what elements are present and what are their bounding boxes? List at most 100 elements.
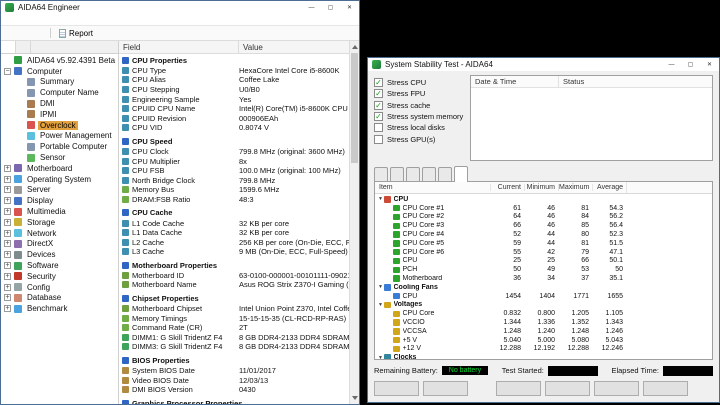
checkbox-icon[interactable]: [374, 123, 383, 132]
stress-memory-checkbox[interactable]: ✓ Stress system memory: [374, 111, 470, 122]
tree-item[interactable]: IPMI: [1, 109, 118, 120]
property-row[interactable]: CPU Cache: [119, 208, 349, 219]
tree-item[interactable]: Summary: [1, 77, 118, 88]
scroll-up-icon[interactable]: [352, 45, 358, 49]
stat-row[interactable]: CPU 1454 1404 1771 1655: [375, 292, 712, 301]
property-row[interactable]: CPU Properties: [119, 55, 349, 66]
stat-row[interactable]: ▼ Clocks: [375, 353, 712, 359]
property-row[interactable]: CPU Stepping U0/B0: [119, 85, 349, 95]
expand-toggle-icon[interactable]: +: [4, 294, 11, 301]
property-row[interactable]: L1 Code Cache 32 KB per core: [119, 218, 349, 228]
up-button[interactable]: [32, 27, 46, 39]
pane-tab-favorites[interactable]: [16, 41, 31, 53]
close-button[interactable]: ✕: [700, 58, 719, 71]
expand-toggle-icon[interactable]: +: [4, 165, 11, 172]
stress-disks-checkbox[interactable]: Stress local disks: [374, 122, 470, 133]
preferences-button[interactable]: [643, 381, 688, 396]
menu-file[interactable]: [1, 14, 11, 25]
expand-toggle-icon[interactable]: +: [4, 208, 11, 215]
save-button[interactable]: [545, 381, 590, 396]
scroll-thumb[interactable]: [351, 53, 358, 163]
stat-row[interactable]: PCH 50 49 53 50: [375, 265, 712, 274]
column-header-maximum[interactable]: Maximum: [558, 184, 592, 191]
stat-row[interactable]: +12 V 12.288 12.192 12.288 12.246: [375, 345, 712, 354]
log-column-datetime[interactable]: Date & Time: [471, 76, 559, 87]
collapse-arrow-icon[interactable]: ▼: [377, 196, 384, 202]
column-header-item[interactable]: Item: [375, 184, 490, 191]
property-row[interactable]: CPU FSB 100.0 MHz (original: 100 MHz): [119, 166, 349, 176]
stat-row[interactable]: Motherboard 36 34 37 35.1: [375, 274, 712, 283]
tab-cooling-fans[interactable]: [390, 167, 404, 181]
stat-row[interactable]: CPU Core #6 55 42 79 47.1: [375, 248, 712, 257]
property-row[interactable]: Graphics Processor Properties: [119, 398, 349, 404]
title-bar[interactable]: AIDA64 Engineer — ▢ ✕: [1, 1, 359, 14]
property-row[interactable]: CPU Multiplier 8x: [119, 156, 349, 166]
stress-cpu-checkbox[interactable]: ✓ Stress CPU: [374, 77, 470, 88]
expand-toggle-icon[interactable]: +: [4, 240, 11, 247]
tree-item[interactable]: + Software: [1, 260, 118, 271]
column-header-value[interactable]: Value: [239, 41, 349, 53]
property-row[interactable]: DIMM3: G Skill TridentZ F4 8 GB DDR4-213…: [119, 342, 349, 352]
property-row[interactable]: Motherboard Properties: [119, 260, 349, 271]
property-row[interactable]: Motherboard Name Asus ROG Strix Z370-I G…: [119, 280, 349, 290]
minimize-button[interactable]: —: [662, 58, 681, 71]
minimize-button[interactable]: —: [302, 1, 321, 14]
back-button[interactable]: [4, 27, 18, 39]
collapse-arrow-icon[interactable]: ▼: [377, 302, 384, 308]
tree-item[interactable]: + Motherboard: [1, 163, 118, 174]
tree-item[interactable]: − Computer: [1, 66, 118, 77]
property-row[interactable]: CPU Speed: [119, 136, 349, 147]
menu-tools[interactable]: [41, 14, 51, 25]
property-row[interactable]: Chipset Properties: [119, 293, 349, 304]
property-row[interactable]: CPUID Revision 000906EAh: [119, 113, 349, 123]
property-row[interactable]: L3 Cache 9 MB (On-Die, ECC, Full-Speed): [119, 247, 349, 257]
property-row[interactable]: DMI BIOS Version 0430: [119, 385, 349, 395]
property-row[interactable]: Command Rate (CR) 2T: [119, 323, 349, 333]
tree-item[interactable]: + Server: [1, 185, 118, 196]
log-column-status[interactable]: Status: [559, 76, 712, 87]
stress-fpu-checkbox[interactable]: ✓ Stress FPU: [374, 88, 470, 99]
clear-button[interactable]: [496, 381, 541, 396]
checkbox-icon[interactable]: ✓: [374, 101, 383, 110]
column-header-field[interactable]: Field: [119, 41, 239, 53]
stat-row[interactable]: ▼ CPU: [375, 195, 712, 204]
expand-toggle-icon[interactable]: +: [4, 219, 11, 226]
tree-item[interactable]: Sensor: [1, 152, 118, 163]
property-row[interactable]: Motherboard ID 63-0100-000001-00101111-0…: [119, 271, 349, 281]
tab-voltages[interactable]: [406, 167, 420, 181]
menu-favorites[interactable]: [31, 14, 41, 25]
tree-item[interactable]: + Security: [1, 271, 118, 282]
stat-row[interactable]: CPU Core #2 64 46 84 56.2: [375, 213, 712, 222]
stop-button[interactable]: [423, 381, 468, 396]
checkbox-icon[interactable]: ✓: [374, 89, 383, 98]
tree-item[interactable]: Power Management: [1, 131, 118, 142]
tree-item[interactable]: + Display: [1, 195, 118, 206]
tab-temperatures[interactable]: [374, 167, 388, 181]
stat-row[interactable]: ▼ Voltages: [375, 301, 712, 310]
collapse-arrow-icon[interactable]: ▼: [377, 355, 384, 359]
title-bar[interactable]: System Stability Test - AIDA64 — ▢ ✕: [368, 58, 719, 71]
property-row[interactable]: Engineering Sample Yes: [119, 94, 349, 104]
property-row[interactable]: DRAM:FSB Ratio 48:3: [119, 195, 349, 205]
stat-row[interactable]: ▼ Cooling Fans: [375, 283, 712, 292]
stat-row[interactable]: VCCSA 1.248 1.240 1.248 1.246: [375, 327, 712, 336]
tree-item[interactable]: + Database: [1, 293, 118, 304]
column-header-current[interactable]: Current: [490, 184, 524, 191]
property-row[interactable]: System BIOS Date 11/01/2017: [119, 366, 349, 376]
stat-row[interactable]: CPU Core #5 59 44 81 51.5: [375, 239, 712, 248]
forward-button[interactable]: [18, 27, 32, 39]
tab-unified[interactable]: [438, 167, 452, 181]
tab-clocks[interactable]: [422, 167, 436, 181]
menu-view[interactable]: [11, 14, 21, 25]
property-row[interactable]: Video BIOS Date 12/03/13: [119, 375, 349, 385]
property-row[interactable]: Motherboard Chipset Intel Union Point Z3…: [119, 304, 349, 314]
stat-row[interactable]: CPU 25 25 66 50.1: [375, 257, 712, 266]
stress-gpu-checkbox[interactable]: Stress GPU(s): [374, 133, 470, 144]
property-row[interactable]: CPU VID 0.8074 V: [119, 123, 349, 133]
pane-tab-menu[interactable]: [1, 41, 16, 53]
scroll-down-icon[interactable]: [352, 396, 358, 400]
property-row[interactable]: CPU Clock 799.8 MHz (original: 3600 MHz): [119, 147, 349, 157]
cpuid-button[interactable]: [594, 381, 639, 396]
stat-row[interactable]: CPU Core #1 61 46 81 54.3: [375, 204, 712, 213]
maximize-button[interactable]: ▢: [321, 1, 340, 14]
